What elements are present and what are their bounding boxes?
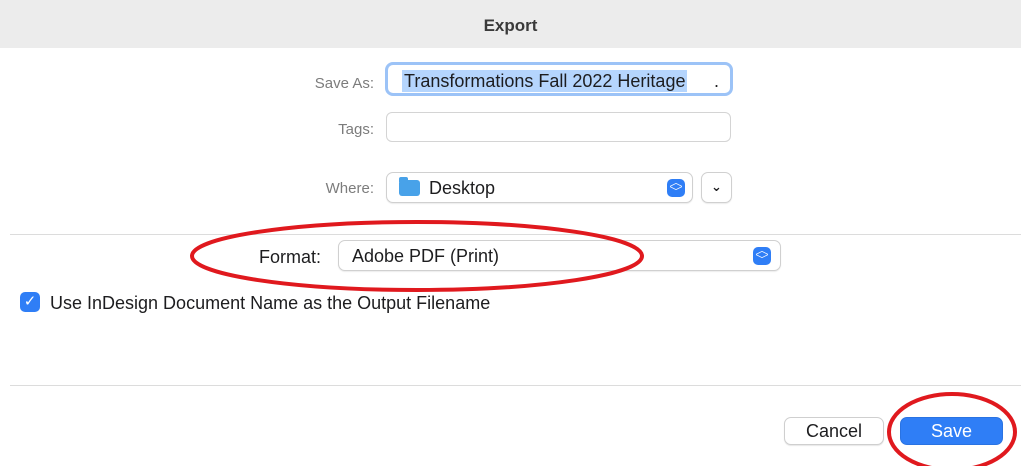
divider [10,385,1021,386]
where-value: Desktop [429,178,496,198]
cancel-button[interactable]: Cancel [784,417,884,445]
where-popup[interactable]: Desktop ︿ ﹀ [386,172,693,203]
use-document-name-label[interactable]: Use InDesign Document Name as the Output… [50,293,490,314]
format-label: Format: [259,247,322,267]
tags-field[interactable] [386,112,731,142]
expand-button[interactable]: ⌄ [701,172,732,203]
dialog-title: Export [0,0,1021,48]
divider [10,234,1021,235]
where-label: Where: [325,180,374,197]
save-as-suffix: . [714,71,720,91]
checkmark-icon: ✓ [23,293,37,310]
up-down-arrows-icon: ︿ ﹀ [667,179,685,198]
chevron-down-icon: ⌄ [711,179,722,194]
save-as-value: Transformations Fall 2022 Heritage [402,70,688,92]
format-value: Adobe PDF (Print) [352,246,500,266]
up-down-arrows-icon: ︿ ﹀ [753,247,771,266]
tags-label: Tags: [338,121,374,138]
save-as-label: Save As: [314,75,374,92]
save-button[interactable]: Save [900,417,1003,445]
save-as-field[interactable]: Transformations Fall 2022 Heritage . [385,62,733,96]
use-document-name-checkbox[interactable]: ✓ [20,292,40,312]
folder-icon [399,177,420,196]
format-popup[interactable]: Adobe PDF (Print) ︿ ﹀ [338,240,781,271]
